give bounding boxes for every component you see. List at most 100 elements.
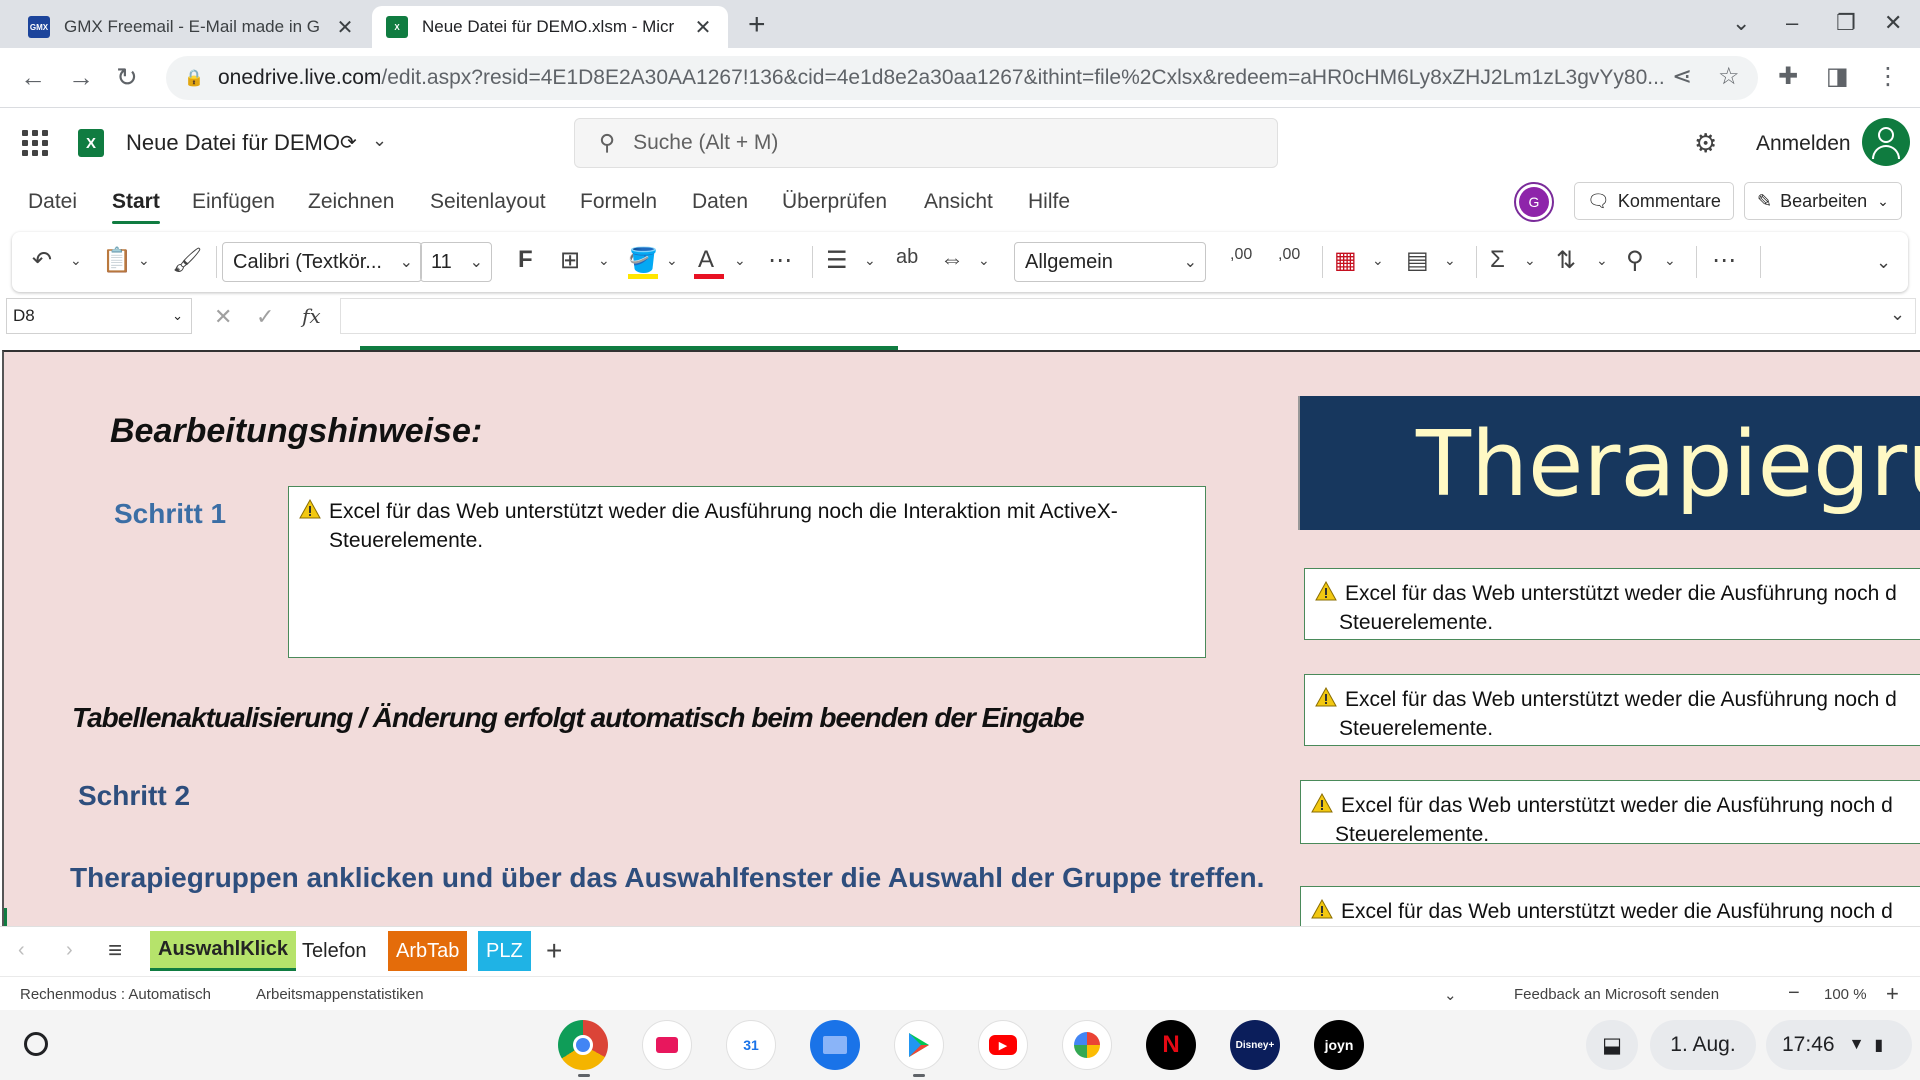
settings-gear-icon[interactable]: ⚙ <box>1694 128 1717 159</box>
conditional-format-icon[interactable]: ▦ <box>1334 246 1357 275</box>
chevron-down-icon[interactable]: ⌄ <box>598 252 610 269</box>
files-icon[interactable] <box>810 1020 860 1070</box>
increase-decimal-icon[interactable]: ,00 <box>1230 246 1252 264</box>
browser-tab-excel[interactable]: X Neue Datei für DEMO.xlsm - Micr ✕ <box>372 6 728 48</box>
feedback-link[interactable]: Feedback an Microsoft senden <box>1514 986 1719 1003</box>
sheet-tab-plz[interactable]: PLZ <box>478 931 531 971</box>
more-commands-icon[interactable]: ⋯ <box>1712 246 1736 275</box>
collaborator-avatar[interactable]: G <box>1514 182 1554 222</box>
back-icon[interactable]: ← <box>20 62 46 93</box>
tab-einfuegen[interactable]: Einfügen <box>192 190 275 214</box>
close-icon[interactable]: ✕ <box>692 15 714 40</box>
autosum-icon[interactable]: Σ <box>1490 246 1505 274</box>
chevron-down-icon[interactable]: ⌄ <box>1444 252 1456 269</box>
undo-icon[interactable]: ↶ <box>32 246 52 275</box>
restore-icon[interactable]: ❐ <box>1836 10 1856 36</box>
more-menu-icon[interactable]: ⋮ <box>1876 62 1900 91</box>
activex-placeholder[interactable]: Excel für das Web unterstützt weder die … <box>1304 674 1920 746</box>
tab-zeichnen[interactable]: Zeichnen <box>308 190 394 214</box>
format-painter-icon[interactable]: 🖌 <box>172 246 202 275</box>
borders-icon[interactable]: ⊞ <box>560 246 580 275</box>
holding-space-icon[interactable]: ⬓ <box>1586 1020 1638 1070</box>
zoom-out-icon[interactable]: − <box>1788 982 1800 1005</box>
insert-function-icon[interactable]: fx <box>302 304 321 328</box>
activex-placeholder[interactable]: Excel für das Web unterstützt weder die … <box>1300 780 1920 844</box>
chrome-icon[interactable] <box>558 1020 608 1070</box>
browser-tab-gmx[interactable]: GMX GMX Freemail - E-Mail made in G ✕ <box>14 6 370 48</box>
tab-start[interactable]: Start <box>112 190 160 224</box>
minimize-icon[interactable]: – <box>1786 10 1798 36</box>
sort-filter-icon[interactable]: ⇅ <box>1556 246 1576 275</box>
reload-icon[interactable]: ↻ <box>116 62 138 93</box>
tab-hilfe[interactable]: Hilfe <box>1028 190 1070 214</box>
tab-formeln[interactable]: Formeln <box>580 190 657 214</box>
activex-placeholder[interactable]: Excel für das Web unterstützt weder die … <box>288 486 1206 658</box>
activex-placeholder[interactable]: Excel für das Web unterstützt weder die … <box>1300 886 1920 926</box>
expand-formula-icon[interactable]: ⌄ <box>1890 304 1905 325</box>
chevron-down-icon[interactable]: ⌄ <box>70 252 82 269</box>
chevron-down-icon[interactable]: ⌄ <box>138 252 150 269</box>
calendar-icon[interactable]: 31 <box>726 1020 776 1070</box>
font-name-select[interactable]: Calibri (Textkör... ⌄ <box>222 242 422 282</box>
sheet-tab-telefon[interactable]: Telefon <box>294 931 375 971</box>
chevron-down-icon[interactable]: ⌄ <box>1444 986 1457 1004</box>
name-box[interactable]: D8 ⌄ <box>6 298 192 334</box>
launcher-icon[interactable] <box>24 1032 48 1056</box>
sign-in-link[interactable]: Anmelden <box>1756 132 1851 156</box>
all-sheets-menu-icon[interactable]: ≡ <box>108 937 122 965</box>
sheet-tab-auswahlklick[interactable]: AuswahlKlick <box>150 931 297 971</box>
joyn-icon[interactable]: joyn <box>1314 1020 1364 1070</box>
number-format-select[interactable]: Allgemein ⌄ <box>1014 242 1206 282</box>
app-launcher-icon[interactable] <box>22 130 48 156</box>
font-color-icon[interactable]: A <box>698 246 714 274</box>
document-title[interactable]: Neue Datei für DEMO <box>126 130 340 156</box>
close-icon[interactable]: ✕ <box>334 15 356 40</box>
side-panel-icon[interactable]: ◨ <box>1826 62 1849 91</box>
edit-mode-button[interactable]: ✎ Bearbeiten ⌄ <box>1744 182 1902 220</box>
gmail-icon[interactable] <box>642 1020 692 1070</box>
chevron-down-icon[interactable]: ⌄ <box>734 252 746 269</box>
decrease-decimal-icon[interactable]: ,00 <box>1278 246 1300 264</box>
add-sheet-button[interactable]: + <box>546 935 562 967</box>
extensions-icon[interactable]: ✚ <box>1778 62 1798 91</box>
bookmark-star-icon[interactable]: ☆ <box>1718 62 1740 91</box>
chevron-down-icon[interactable]: ⌄ <box>666 252 678 269</box>
align-icon[interactable]: ☰ <box>826 246 848 275</box>
chevron-down-icon[interactable]: ⌄ <box>1372 252 1384 269</box>
share-icon[interactable]: ⋖ <box>1672 62 1692 91</box>
tab-ueberpruefen[interactable]: Überprüfen <box>782 190 887 214</box>
play-store-icon[interactable] <box>894 1020 944 1070</box>
chevron-down-icon[interactable]: ⌄ <box>1664 252 1676 269</box>
formula-input[interactable] <box>340 298 1916 334</box>
calculation-mode[interactable]: Rechenmodus : Automatisch <box>20 986 211 1003</box>
chevron-down-icon[interactable]: ⌄ <box>1524 252 1536 269</box>
zoom-in-icon[interactable]: + <box>1886 981 1899 1007</box>
system-tray[interactable]: 17:46 ▼ ▮ <box>1766 1020 1912 1070</box>
worksheet[interactable]: Bearbeitungshinweise: Schritt 1 Excel fü… <box>2 350 1920 926</box>
chevron-down-icon[interactable]: ⌄ <box>372 130 387 151</box>
tab-search-icon[interactable]: ⌄ <box>1732 10 1750 36</box>
merge-cells-icon[interactable]: ⇔ <box>940 246 964 274</box>
photos-icon[interactable] <box>1062 1020 1112 1070</box>
chevron-down-icon[interactable]: ⌄ <box>978 252 990 269</box>
youtube-icon[interactable]: ▶ <box>978 1020 1028 1070</box>
workbook-statistics[interactable]: Arbeitsmappenstatistiken <box>256 986 424 1003</box>
new-tab-button[interactable]: + <box>748 8 766 42</box>
disney-plus-icon[interactable]: Disney+ <box>1230 1020 1280 1070</box>
fill-color-icon[interactable]: 🪣 <box>628 246 658 275</box>
url-input[interactable]: 🔒 onedrive.live.com/edit.aspx?resid=4E1D… <box>166 56 1758 100</box>
activex-placeholder[interactable]: Excel für das Web unterstützt weder die … <box>1304 568 1920 640</box>
tab-ansicht[interactable]: Ansicht <box>924 190 993 214</box>
tab-seitenlayout[interactable]: Seitenlayout <box>430 190 546 214</box>
date-tray[interactable]: 1. Aug. <box>1650 1020 1756 1070</box>
more-options-icon[interactable]: ⋯ <box>768 246 792 275</box>
chevron-down-icon[interactable]: ⌄ <box>864 252 876 269</box>
confirm-icon[interactable]: ✓ <box>256 304 274 330</box>
wrap-text-icon[interactable]: ab <box>896 246 918 269</box>
bold-button[interactable]: F <box>518 246 533 274</box>
expand-ribbon-icon[interactable]: ⌄ <box>1876 252 1891 273</box>
format-as-table-icon[interactable]: ▤ <box>1406 246 1429 275</box>
chevron-down-icon[interactable]: ⌄ <box>1596 252 1608 269</box>
sheet-tab-arbtab[interactable]: ArbTab <box>388 931 468 971</box>
next-sheet-icon[interactable]: › <box>66 939 73 962</box>
